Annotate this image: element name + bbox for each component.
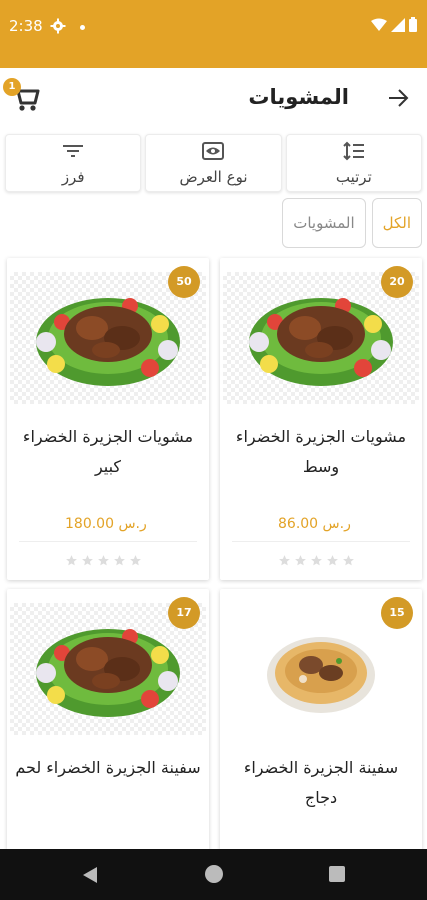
view-type-button[interactable]: نوع العرض: [145, 134, 282, 192]
product-name: سفينة الجزيرة الخضراء دجاج: [243, 758, 399, 807]
chip-all[interactable]: الكل: [371, 198, 422, 248]
star-icon: [82, 555, 93, 566]
status-bar: 2:38: [0, 0, 427, 68]
divider: [19, 541, 197, 542]
eye-icon: [202, 142, 225, 160]
status-time: 2:38: [9, 17, 43, 35]
divider: [232, 541, 410, 542]
signal-icon: [391, 17, 405, 32]
toolbar: فرز نوع العرض ترتيب: [5, 134, 422, 192]
star-icon: [130, 555, 141, 566]
system-nav-bar: [0, 849, 427, 900]
notification-dot-icon: [80, 25, 85, 30]
product-card[interactable]: 20 مشويات الجزيرة الخضراء وسط 86.00 ر.س: [220, 258, 422, 580]
battery-icon: [409, 17, 417, 32]
star-icon: [295, 555, 306, 566]
product-name: سفينة الجزيرة الخضراء لحم: [15, 758, 201, 777]
star-icon: [66, 555, 77, 566]
product-price: 86.00 ر.س: [278, 516, 351, 532]
product-name: مشويات الجزيرة الخضراء كبير: [22, 427, 194, 476]
cart-count-badge: 1: [3, 78, 21, 96]
product-card[interactable]: 15 سفينة الجزيرة الخضراء دجاج: [220, 589, 422, 851]
page-title: المشويات: [248, 85, 349, 109]
settings-gear-icon: [50, 18, 66, 34]
count-badge: 15: [381, 597, 413, 629]
star-icon: [279, 555, 290, 566]
product-name: مشويات الجزيرة الخضراء وسط: [235, 427, 407, 476]
count-badge: 20: [381, 266, 413, 298]
product-card[interactable]: 50 مشويات الجزيرة الخضراء كبير 180.00 ر.…: [7, 258, 209, 580]
category-chips: الكل المشويات: [282, 198, 422, 248]
star-icon: [311, 555, 322, 566]
count-badge: 17: [168, 597, 200, 629]
filter-button[interactable]: فرز: [5, 134, 142, 192]
star-icon: [343, 555, 354, 566]
status-indicators: [371, 17, 417, 32]
chip-grills[interactable]: المشويات: [282, 198, 366, 248]
nav-home-icon[interactable]: [205, 865, 223, 883]
wifi-icon: [371, 18, 387, 31]
app-bar: المشويات 1: [0, 68, 427, 130]
product-price: 180.00 ر.س: [65, 516, 147, 532]
nav-back-icon[interactable]: [82, 866, 98, 884]
nav-recent-apps-icon[interactable]: [329, 866, 345, 882]
sort-label: ترتيب: [335, 168, 372, 186]
star-icon: [327, 555, 338, 566]
rating-stars: [278, 554, 355, 567]
product-card[interactable]: 17 سفينة الجزيرة الخضراء لحم: [7, 589, 209, 851]
rating-stars: [65, 554, 142, 567]
view-type-label: نوع العرض: [179, 168, 248, 186]
sort-button[interactable]: ترتيب: [285, 134, 422, 192]
filter-icon: [63, 145, 84, 157]
filter-label: فرز: [61, 168, 85, 186]
star-icon: [98, 555, 109, 566]
star-icon: [114, 555, 125, 566]
count-badge: 50: [168, 266, 200, 298]
back-arrow-icon[interactable]: [387, 87, 409, 109]
sort-icon: [343, 141, 364, 161]
